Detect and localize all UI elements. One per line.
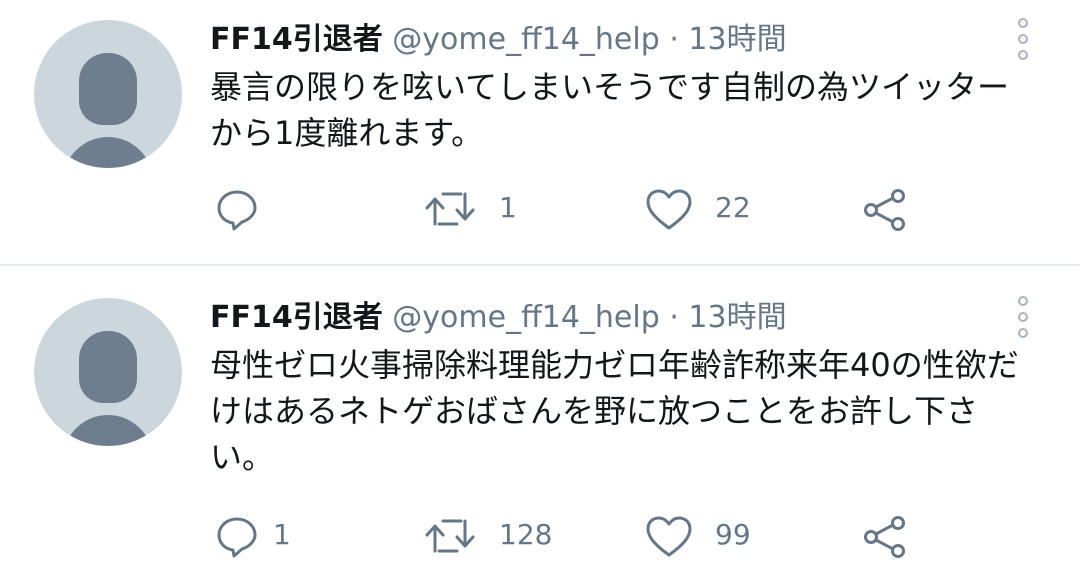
- tweet-actions: 1 128 99: [0, 512, 1080, 562]
- share-icon: [864, 516, 905, 558]
- reply-count: 1: [273, 518, 291, 551]
- tweet[interactable]: FF14引退者 @yome_ff14_help · 13時間 暴言の限りを呟いて…: [0, 0, 1080, 265]
- user-handle[interactable]: @yome_ff14_help: [392, 300, 659, 335]
- avatar-body-shape: [63, 415, 153, 446]
- reply-icon: [217, 190, 257, 231]
- reply-button[interactable]: [215, 185, 315, 235]
- retweet-count: 1: [499, 191, 517, 224]
- tweet-text: 暴言の限りを呟いてしまいそうです自制の為ツイッターから1度離れます。: [210, 68, 1010, 152]
- tweet[interactable]: FF14引退者 @yome_ff14_help · 13時間 母性ゼロ火事掃除料…: [0, 266, 1080, 587]
- like-count: 22: [715, 191, 751, 224]
- like-button[interactable]: 99: [645, 512, 775, 562]
- share-button[interactable]: [862, 185, 912, 235]
- avatar-head-shape: [79, 331, 137, 403]
- heart-icon: [646, 189, 692, 230]
- reply-button[interactable]: 1: [215, 512, 315, 562]
- avatar[interactable]: [34, 298, 182, 446]
- tweet-text: 母性ゼロ火事掃除料理能力ゼロ年齢詐称来年40の性欲だけはあるネトゲおばさんを野に…: [210, 346, 1019, 476]
- retweet-button[interactable]: 128: [425, 512, 565, 562]
- more-options-icon[interactable]: [1012, 18, 1038, 62]
- heart-icon: [646, 516, 692, 557]
- like-button[interactable]: 22: [645, 185, 775, 235]
- timestamp[interactable]: 13時間: [688, 300, 786, 335]
- display-name[interactable]: FF14引退者: [210, 300, 383, 335]
- tweet-header: FF14引退者 @yome_ff14_help · 13時間: [210, 20, 787, 60]
- retweet-icon: [425, 192, 475, 226]
- avatar[interactable]: [34, 20, 182, 168]
- avatar-head-shape: [79, 53, 137, 125]
- separator-dot: ·: [669, 300, 679, 335]
- reply-icon: [217, 517, 257, 558]
- tweet-header: FF14引退者 @yome_ff14_help · 13時間: [210, 298, 787, 338]
- share-button[interactable]: [862, 512, 912, 562]
- user-handle[interactable]: @yome_ff14_help: [392, 22, 659, 57]
- share-icon: [864, 189, 905, 231]
- avatar-body-shape: [63, 137, 153, 168]
- tweet-actions: 1 22: [0, 185, 1080, 235]
- retweet-count: 128: [499, 518, 553, 551]
- retweet-icon: [425, 519, 475, 553]
- like-count: 99: [715, 518, 751, 551]
- display-name[interactable]: FF14引退者: [210, 22, 383, 57]
- more-options-icon[interactable]: [1012, 296, 1038, 340]
- separator-dot: ·: [669, 22, 679, 57]
- timestamp[interactable]: 13時間: [688, 22, 786, 57]
- retweet-button[interactable]: 1: [425, 185, 545, 235]
